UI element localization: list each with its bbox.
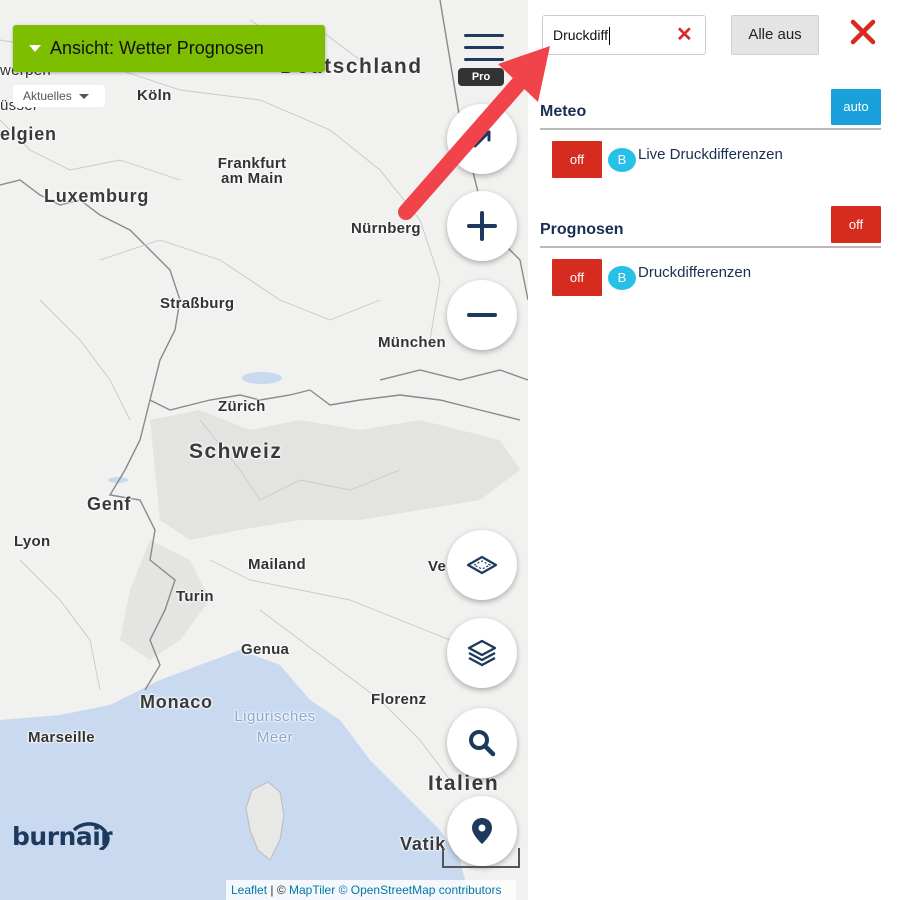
map-label-belgien: elgien bbox=[0, 124, 57, 144]
layer-label-live-druckdifferenzen: Live Druckdifferenzen bbox=[638, 146, 783, 163]
attribution-separator: | © bbox=[267, 883, 289, 897]
section-title-prognosen: Prognosen bbox=[540, 221, 624, 238]
map-label-genua: Genua bbox=[241, 641, 290, 658]
clear-search-icon[interactable]: ✕ bbox=[676, 25, 693, 45]
map-canvas[interactable]: Deutschland Köln elgien werpen üssel Fra… bbox=[0, 0, 528, 900]
map-label-koeln: Köln bbox=[137, 87, 172, 104]
map-label-nuernberg: Nürnberg bbox=[351, 220, 421, 237]
map-label-mailand: Mailand bbox=[248, 556, 306, 573]
aktuelles-label: Aktuelles bbox=[23, 89, 72, 103]
search-icon bbox=[469, 730, 496, 757]
text-cursor bbox=[608, 27, 610, 46]
plus-icon bbox=[467, 211, 497, 241]
map-label-ligurisches-meer: Ligurisches Meer bbox=[234, 708, 316, 746]
b-badge-icon: B bbox=[608, 148, 636, 172]
leaflet-link[interactable]: Leaflet bbox=[231, 883, 267, 897]
osm-link[interactable]: © OpenStreetMap contributors bbox=[339, 883, 502, 897]
layers-button[interactable] bbox=[447, 618, 517, 688]
map-label-turin: Turin bbox=[176, 588, 214, 605]
prognosen-off-toggle[interactable]: off bbox=[831, 206, 881, 243]
map-label-lyon: Lyon bbox=[14, 533, 51, 550]
map-label-schweiz: Schweiz bbox=[189, 440, 283, 463]
view-selector-label: Ansicht: Wetter Prognosen bbox=[50, 38, 264, 58]
minus-icon bbox=[467, 313, 497, 317]
compass-icon bbox=[473, 130, 491, 148]
aktuelles-dropdown[interactable]: Aktuelles bbox=[13, 85, 105, 107]
map-label-frankfurt: Frankfurt am Main bbox=[217, 155, 287, 187]
view-selector-button[interactable]: Ansicht: Wetter Prognosen bbox=[13, 25, 325, 72]
map-attribution: Leaflet | © MapTiler © OpenStreetMap con… bbox=[226, 880, 516, 900]
map-label-vatikan: Vatik bbox=[400, 834, 447, 854]
scale-bar bbox=[442, 848, 520, 868]
layer-search-value: Druckdiff bbox=[553, 27, 608, 43]
layer-label-druckdifferenzen: Druckdifferenzen bbox=[638, 264, 752, 281]
druckdifferenzen-off-button[interactable]: off bbox=[552, 259, 602, 296]
map-label-marseille: Marseille bbox=[28, 729, 95, 746]
burnair-logo: burnair bbox=[12, 822, 113, 851]
map-search-button[interactable] bbox=[447, 708, 517, 778]
map-label-zuerich: Zürich bbox=[218, 398, 266, 415]
layer-panel: Druckdiff ✕ Alle aus Meteo auto off B Li… bbox=[528, 0, 904, 900]
layers-icon bbox=[467, 639, 497, 667]
map-label-luxemburg: Luxemburg bbox=[44, 186, 150, 206]
close-panel-icon[interactable] bbox=[847, 14, 879, 50]
map-label-muenchen: München bbox=[378, 334, 446, 351]
b-badge-icon: B bbox=[608, 266, 636, 290]
zoom-out-button[interactable] bbox=[447, 280, 517, 350]
map-label-strassburg: Straßburg bbox=[160, 295, 235, 312]
overlay-toggle-button[interactable] bbox=[447, 530, 517, 600]
layer-outline-icon bbox=[466, 555, 498, 575]
map-label-monaco: Monaco bbox=[140, 692, 213, 712]
locate-button[interactable] bbox=[447, 104, 517, 174]
location-pin-icon bbox=[472, 818, 492, 844]
zoom-in-button[interactable] bbox=[447, 191, 517, 261]
section-divider bbox=[540, 246, 881, 248]
live-druckdifferenzen-off-button[interactable]: off bbox=[552, 141, 602, 178]
map-label-florenz: Florenz bbox=[371, 691, 427, 708]
all-off-button[interactable]: Alle aus bbox=[731, 15, 819, 55]
map-label-venedig: Ve bbox=[428, 558, 447, 575]
caret-down-icon bbox=[78, 93, 89, 99]
maptiler-link[interactable]: MapTiler bbox=[289, 883, 335, 897]
caret-down-icon bbox=[29, 45, 41, 52]
hamburger-menu-icon[interactable] bbox=[460, 30, 506, 70]
meteo-auto-toggle[interactable]: auto bbox=[831, 89, 881, 125]
section-divider bbox=[540, 128, 881, 130]
pro-badge: Pro bbox=[458, 68, 504, 86]
map-label-genf: Genf bbox=[87, 494, 132, 514]
section-title-meteo: Meteo bbox=[540, 103, 587, 120]
logo-swoosh-icon bbox=[72, 822, 110, 850]
